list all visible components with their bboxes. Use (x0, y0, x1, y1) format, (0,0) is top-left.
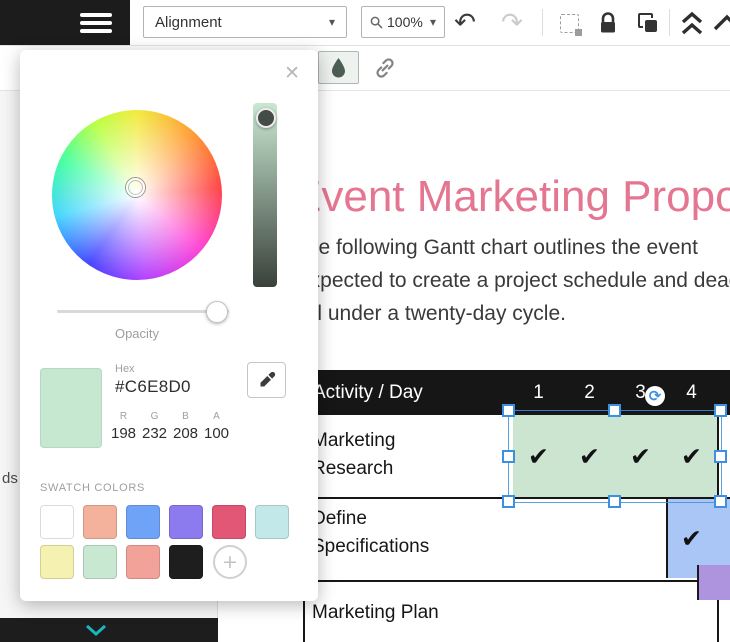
document-paragraph-line[interactable]: expected to create a project schedule an… (298, 269, 730, 293)
fill-droplet-icon (332, 57, 345, 77)
swatch-color[interactable] (169, 545, 203, 579)
row-label-specifications-line1[interactable]: Define (312, 508, 367, 530)
selection-box[interactable] (502, 404, 727, 508)
channel-value[interactable]: 198 (108, 425, 139, 442)
swatch-color[interactable] (40, 505, 74, 539)
channel-label: A (213, 411, 220, 422)
selection-handle[interactable] (608, 495, 621, 508)
gantt-table-header[interactable]: Activity / Day 1 2 3 4 (303, 370, 730, 415)
shade-slider[interactable] (253, 103, 277, 287)
main-menu-button[interactable] (0, 0, 130, 45)
eyedropper-button[interactable] (247, 362, 286, 398)
chevron-down-icon: ▾ (328, 15, 335, 29)
clipped-chevron-button[interactable] (712, 8, 730, 38)
double-chevron-up-icon (681, 11, 703, 34)
link-button[interactable] (370, 53, 400, 83)
channel-label: B (182, 411, 189, 422)
document-title[interactable]: Event Marketing Proposal (292, 172, 730, 222)
selection-frame-button[interactable] (553, 8, 585, 38)
chevron-down-icon (86, 624, 106, 636)
header-activity-label: Activity / Day (313, 382, 423, 403)
row-label-research-line2[interactable]: Research (312, 458, 393, 480)
link-icon (376, 58, 394, 78)
shapes-panel-clipped-text: ds (2, 470, 18, 487)
row-label-specifications-line2[interactable]: Specifications (312, 536, 429, 558)
swatch-color[interactable] (126, 505, 160, 539)
fill-color-button[interactable] (318, 51, 359, 84)
swatch-colors-label: SWATCH COLORS (40, 482, 146, 494)
swatch-color[interactable] (126, 545, 160, 579)
swatch-color[interactable] (255, 505, 289, 539)
zoom-dropdown[interactable]: 100% ▾ (361, 6, 445, 38)
selection-handle[interactable] (608, 404, 621, 417)
selection-frame-icon (559, 13, 582, 36)
redo-button[interactable]: ↷ (496, 8, 528, 38)
table-row-line (303, 580, 730, 582)
panel-footer-bar[interactable] (0, 618, 218, 642)
selection-handle[interactable] (714, 495, 727, 508)
swatch-color[interactable] (169, 505, 203, 539)
channel-label: R (119, 411, 128, 422)
hex-label: Hex (115, 363, 135, 375)
hex-value[interactable]: #C6E8D0 (115, 377, 191, 397)
header-day-number: 1 (533, 382, 544, 403)
selection-handle[interactable] (502, 404, 515, 417)
collapse-toolbar-button[interactable] (676, 8, 708, 38)
duplicate-icon (637, 12, 659, 34)
plus-icon: + (222, 551, 238, 573)
row-label-plan-line1[interactable]: Marketing Plan (312, 602, 439, 624)
chevron-down-icon: ▾ (429, 15, 436, 29)
channel-value[interactable]: 100 (201, 425, 232, 442)
color-picker-popover: ✕ Opacity Hex #C6E8D0 R 198 G 232 B 208 … (20, 50, 318, 601)
row-label-research-line1[interactable]: Marketing (312, 430, 395, 452)
selection-handle[interactable] (714, 450, 727, 463)
channel-label: G (150, 411, 159, 422)
color-wheel-cursor[interactable] (126, 178, 145, 197)
duplicate-button[interactable] (632, 8, 664, 38)
lock-icon (601, 12, 615, 33)
hamburger-icon (80, 13, 112, 37)
close-icon[interactable]: ✕ (284, 62, 300, 84)
magnifier-icon (370, 16, 383, 29)
alignment-dropdown[interactable]: Alignment ▾ (143, 6, 347, 38)
gantt-cell-plan[interactable] (697, 565, 730, 600)
toolbar-separator (542, 9, 543, 36)
shade-slider-handle[interactable] (256, 108, 276, 128)
swatch-color[interactable] (40, 545, 74, 579)
header-day-number: 4 (686, 382, 697, 403)
opacity-slider-handle[interactable] (206, 301, 228, 323)
eyedropper-icon (260, 371, 275, 387)
channel-value[interactable]: 208 (170, 425, 201, 442)
rgba-channels: R 198 G 232 B 208 A 100 (108, 411, 232, 442)
color-preview-swatch (40, 368, 102, 448)
document-paragraph-line[interactable]: all under a twenty-day cycle. (301, 302, 566, 326)
selection-handle[interactable] (714, 404, 727, 417)
chevron-up-icon (713, 14, 730, 31)
toolbar-separator (669, 9, 670, 36)
alignment-dropdown-label: Alignment (155, 13, 222, 31)
sync-icon[interactable]: ⟳ (645, 386, 665, 406)
selection-handle[interactable] (502, 450, 515, 463)
swatch-color[interactable] (83, 505, 117, 539)
lock-button[interactable] (592, 8, 624, 38)
document-paragraph-line[interactable]: The following Gantt chart outlines the e… (294, 236, 698, 260)
channel-value[interactable]: 232 (139, 425, 170, 442)
opacity-label: Opacity (114, 326, 160, 341)
zoom-value: 100% (387, 14, 423, 30)
add-swatch-button[interactable]: + (213, 545, 247, 579)
selection-handle[interactable] (502, 495, 515, 508)
undo-button[interactable]: ↶ (449, 8, 481, 38)
main-toolbar: Alignment ▾ 100% ▾ ↶ ↷ (0, 0, 730, 46)
opacity-slider-track[interactable] (57, 310, 229, 313)
swatch-color[interactable] (212, 505, 246, 539)
swatch-color[interactable] (83, 545, 117, 579)
